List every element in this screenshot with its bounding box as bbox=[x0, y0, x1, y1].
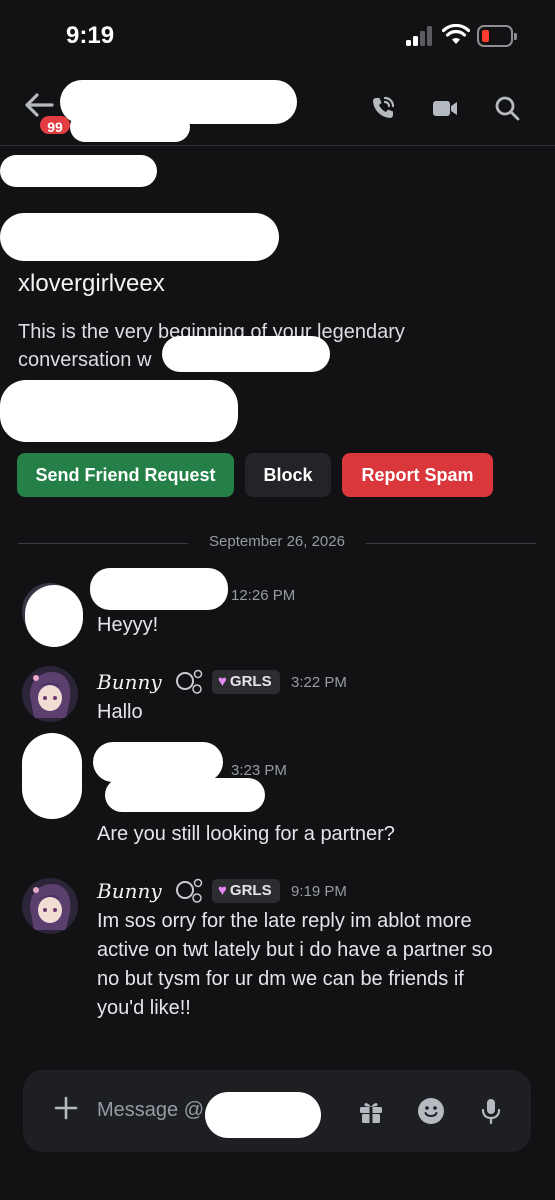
avatar-image bbox=[22, 666, 78, 722]
message-line: active on twt lately but i do have a par… bbox=[97, 939, 493, 961]
date-divider: September 26, 2026 bbox=[190, 533, 364, 550]
gift-icon[interactable] bbox=[357, 1097, 385, 1125]
microphone-icon[interactable] bbox=[477, 1097, 505, 1125]
wifi-icon bbox=[442, 24, 470, 44]
date-divider-line bbox=[366, 543, 536, 544]
redaction-mark bbox=[0, 213, 279, 261]
message-text: Heyyy! bbox=[97, 614, 159, 636]
redaction-mark bbox=[0, 380, 238, 442]
redaction-mark bbox=[22, 733, 82, 819]
bubbles-icon bbox=[176, 669, 203, 694]
redaction-mark bbox=[90, 568, 228, 610]
phone-call-icon[interactable] bbox=[369, 94, 397, 122]
message-line: Im sos orry for the late reply im ablot … bbox=[97, 910, 472, 932]
report-spam-button[interactable]: Report Spam bbox=[342, 453, 493, 497]
server-tag[interactable]: ♥ GRLS bbox=[212, 879, 280, 903]
message-text: Are you still looking for a partner? bbox=[97, 823, 395, 845]
message-timestamp: 9:19 PM bbox=[291, 883, 347, 900]
emoji-icon[interactable] bbox=[417, 1097, 445, 1125]
status-time: 9:19 bbox=[66, 22, 115, 49]
date-divider-line bbox=[18, 543, 188, 544]
redaction-mark bbox=[205, 1092, 321, 1138]
message-text: Hallo bbox=[97, 701, 143, 723]
redaction-mark bbox=[162, 336, 330, 372]
redaction-mark bbox=[25, 585, 83, 647]
server-tag-label: GRLS bbox=[229, 882, 272, 899]
redaction-mark bbox=[0, 155, 157, 187]
heart-icon: ♥ bbox=[218, 882, 227, 899]
message-author[interactable]: Bunny bbox=[97, 670, 162, 694]
block-button[interactable]: Block bbox=[245, 453, 331, 497]
battery-icon bbox=[477, 25, 517, 47]
message-text: Im sos orry for the late reply im ablot … bbox=[97, 907, 547, 1023]
profile-username: xlovergirlveex bbox=[18, 270, 165, 297]
message-timestamp: 12:26 PM bbox=[231, 587, 296, 604]
status-bar: 9:19 bbox=[0, 0, 555, 70]
cellular-signal-icon bbox=[406, 26, 434, 46]
message-line: no but tysm for ur dm we can be friends … bbox=[97, 968, 464, 990]
message-timestamp: 3:22 PM bbox=[291, 674, 347, 691]
avatar-image bbox=[22, 878, 78, 934]
message-author[interactable]: Bunny bbox=[97, 879, 162, 903]
send-friend-request-button[interactable]: Send Friend Request bbox=[17, 453, 234, 497]
heart-icon: ♥ bbox=[218, 673, 227, 690]
plus-icon[interactable] bbox=[53, 1095, 79, 1121]
server-tag-label: GRLS bbox=[229, 673, 272, 690]
search-icon[interactable] bbox=[493, 94, 521, 122]
redaction-mark bbox=[93, 742, 223, 782]
bubbles-icon bbox=[176, 878, 203, 903]
avatar[interactable] bbox=[22, 666, 78, 722]
avatar[interactable] bbox=[22, 878, 78, 934]
message-line: you'd like!! bbox=[97, 997, 191, 1019]
video-camera-icon[interactable] bbox=[431, 94, 459, 122]
server-tag[interactable]: ♥ GRLS bbox=[212, 670, 280, 694]
message-timestamp: 3:23 PM bbox=[231, 762, 287, 779]
redaction-mark bbox=[105, 778, 265, 812]
message-input[interactable]: Message @ bbox=[97, 1099, 204, 1122]
redaction-mark bbox=[70, 112, 190, 142]
